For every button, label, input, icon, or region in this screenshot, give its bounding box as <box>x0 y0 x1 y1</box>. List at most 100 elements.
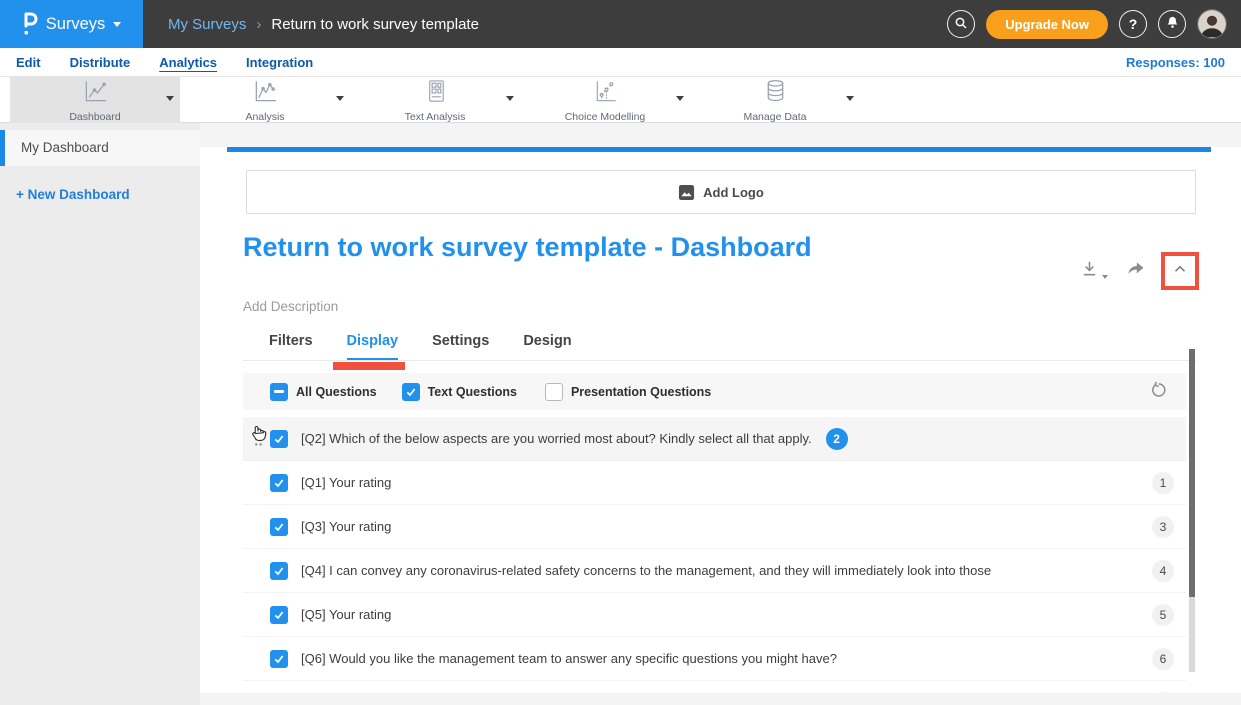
question-row-q3[interactable]: [Q3] Your rating 3 <box>243 505 1186 549</box>
question-row-q4[interactable]: [Q4] I can convey any coronavirus-relate… <box>243 549 1186 593</box>
tab-filters[interactable]: Filters <box>269 333 313 360</box>
tabs-divider <box>243 360 1196 361</box>
add-logo-button[interactable]: Add Logo <box>246 170 1196 214</box>
tab-design[interactable]: Design <box>523 333 571 360</box>
question-row-q6[interactable]: [Q6] Would you like the management team … <box>243 637 1186 681</box>
drag-handle-icon[interactable] <box>254 432 263 452</box>
help-button[interactable]: ? <box>1119 10 1147 38</box>
question-text: [Q1] Your rating <box>301 475 391 490</box>
dashboard-main: Add Logo Return to work survey template … <box>200 123 1241 705</box>
filter-text-questions[interactable]: Text Questions <box>402 383 517 401</box>
header-actions: Upgrade Now ? <box>947 9 1241 39</box>
breadcrumb: My Surveys › Return to work survey templ… <box>168 16 479 33</box>
share-button[interactable] <box>1125 258 1146 284</box>
tool-analysis[interactable]: Analysis <box>180 77 350 123</box>
accent-rule <box>227 147 1211 152</box>
nav-analytics[interactable]: Analytics <box>159 55 217 70</box>
nav-edit[interactable]: Edit <box>16 55 41 70</box>
avatar-photo <box>1198 10 1226 38</box>
share-arrow-icon <box>1125 266 1146 283</box>
app-window: Surveys My Surveys › Return to work surv… <box>0 0 1241 705</box>
app-name: Surveys <box>46 15 106 34</box>
tab-settings[interactable]: Settings <box>432 333 489 360</box>
chevron-down-icon[interactable] <box>166 96 174 101</box>
question-order-badge: 3 <box>1152 516 1174 538</box>
sidebar-item-my-dashboard[interactable]: My Dashboard <box>0 130 200 166</box>
checkbox-indeterminate-icon[interactable] <box>270 383 288 401</box>
dashboard-title[interactable]: Return to work survey template - Dashboa… <box>243 232 812 263</box>
undo-rotate-icon <box>1149 387 1168 404</box>
download-button[interactable] <box>1080 259 1108 283</box>
top-bar: Surveys My Surveys › Return to work surv… <box>0 0 1241 48</box>
line-chart-icon <box>82 78 109 110</box>
question-row-q7[interactable]: [Q7] Your rating 7 <box>243 681 1186 693</box>
notifications-button[interactable] <box>1158 10 1186 38</box>
tool-manage-data[interactable]: Manage Data <box>690 77 860 123</box>
new-dashboard-button[interactable]: + New Dashboard <box>0 187 200 202</box>
question-text: [Q6] Would you like the management team … <box>301 651 837 666</box>
chevron-down-icon[interactable] <box>846 96 854 101</box>
user-avatar[interactable] <box>1197 9 1227 39</box>
bell-icon <box>1165 15 1180 33</box>
question-order-badge: 2 <box>826 428 848 450</box>
question-mark-icon: ? <box>1129 16 1138 32</box>
question-checkbox[interactable] <box>270 518 288 536</box>
checkbox-checked-icon[interactable] <box>402 383 420 401</box>
scrollbar-thumb[interactable] <box>1189 349 1195 597</box>
question-text: [Q5] Your rating <box>301 607 391 622</box>
breadcrumb-separator: › <box>256 16 261 33</box>
question-order-badge: 1 <box>1152 472 1174 494</box>
tool-label: Choice Modelling <box>565 111 646 123</box>
search-button[interactable] <box>947 10 975 38</box>
list-scrollbar[interactable] <box>1189 349 1195 672</box>
filter-label: Text Questions <box>428 385 517 399</box>
question-order-badge: 4 <box>1152 560 1174 582</box>
question-row-q1[interactable]: [Q1] Your rating 1 <box>243 461 1186 505</box>
questionpro-logo-icon <box>22 12 38 36</box>
search-icon <box>953 15 969 34</box>
tool-label: Manage Data <box>743 111 806 123</box>
add-description-field[interactable]: Add Description <box>243 299 338 314</box>
collapse-header-button[interactable] <box>1161 252 1199 290</box>
nav-distribute[interactable]: Distribute <box>70 55 131 70</box>
app-switcher[interactable]: Surveys <box>0 0 143 48</box>
responses-count[interactable]: Responses: 100 <box>1126 55 1225 70</box>
breadcrumb-my-surveys[interactable]: My Surveys <box>168 16 246 33</box>
dashboard-sidebar: My Dashboard + New Dashboard <box>0 123 200 705</box>
nav-integration[interactable]: Integration <box>246 55 313 70</box>
chevron-down-icon[interactable] <box>336 96 344 101</box>
question-checkbox[interactable] <box>270 430 288 448</box>
add-logo-label: Add Logo <box>703 185 764 200</box>
chevron-down-icon[interactable] <box>676 96 684 101</box>
filter-label: All Questions <box>296 385 377 399</box>
reset-order-button[interactable] <box>1149 381 1168 405</box>
tool-label: Text Analysis <box>405 111 466 123</box>
tool-text-analysis[interactable]: Text Analysis <box>350 77 520 123</box>
dashboard-panel: Add Logo Return to work survey template … <box>200 147 1241 693</box>
tab-display[interactable]: Display <box>347 333 399 360</box>
question-row-q2[interactable]: [Q2] Which of the below aspects are you … <box>243 417 1186 461</box>
filter-all-questions[interactable]: All Questions <box>270 383 377 401</box>
image-icon <box>678 184 695 201</box>
analytics-toolbar: Dashboard Analysis Text Analysis Choice … <box>0 77 1241 123</box>
database-icon <box>762 78 789 110</box>
tool-choice-modelling[interactable]: Choice Modelling <box>520 77 690 123</box>
upgrade-now-button[interactable]: Upgrade Now <box>986 10 1108 39</box>
question-checkbox[interactable] <box>270 650 288 668</box>
tool-label: Analysis <box>245 111 284 123</box>
breadcrumb-survey-title: Return to work survey template <box>271 16 479 33</box>
question-checkbox[interactable] <box>270 562 288 580</box>
question-checkbox[interactable] <box>270 606 288 624</box>
line-chart-dots-icon <box>252 78 279 110</box>
question-filter-bar: All Questions Text Questions Presentatio… <box>243 373 1186 410</box>
question-row-q5[interactable]: [Q5] Your rating 5 <box>243 593 1186 637</box>
tool-dashboard[interactable]: Dashboard <box>10 77 180 123</box>
chevron-down-icon[interactable] <box>506 96 514 101</box>
question-order-badge: 6 <box>1152 648 1174 670</box>
filter-presentation-questions[interactable]: Presentation Questions <box>545 383 711 401</box>
question-text: [Q2] Which of the below aspects are you … <box>301 431 812 446</box>
question-order-badge: 5 <box>1152 604 1174 626</box>
question-checkbox[interactable] <box>270 474 288 492</box>
question-list: [Q2] Which of the below aspects are you … <box>243 417 1186 693</box>
checkbox-unchecked-icon[interactable] <box>545 383 563 401</box>
